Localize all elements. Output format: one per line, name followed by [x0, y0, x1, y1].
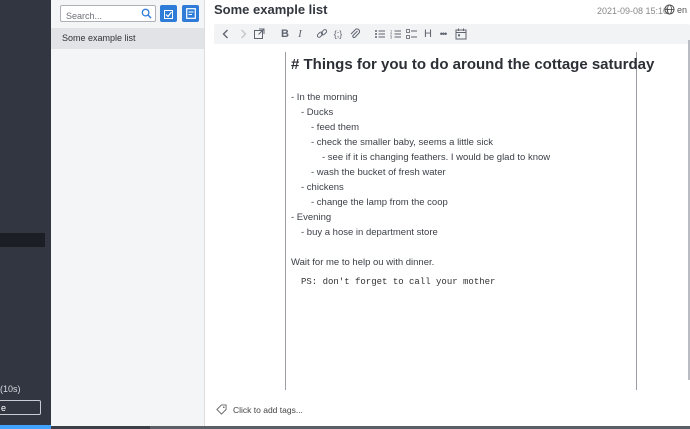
paragraph: Wait for me to help ou with dinner.: [291, 257, 435, 268]
list-item: - change the lamp from the coop: [311, 197, 448, 208]
sync-count: (10s): [0, 384, 21, 394]
heading-icon[interactable]: H: [421, 27, 435, 41]
external-edit-icon[interactable]: [252, 27, 266, 41]
note-body: - In the morning - Ducks - feed them - c…: [291, 90, 550, 287]
new-todo-button[interactable]: [160, 5, 177, 22]
svg-text:3: 3: [390, 35, 393, 40]
language-label: en: [677, 4, 688, 15]
insert-datetime-icon[interactable]: [454, 27, 468, 41]
sidebar-accent-line: [0, 425, 51, 429]
app-sidebar: (10s) e: [0, 0, 51, 429]
link-icon[interactable]: [315, 27, 329, 41]
editor-panel: Some example list 2021-09-08 15:10 en B …: [205, 0, 690, 429]
list-item: - check the smaller baby, seems a little…: [311, 137, 493, 148]
search-box[interactable]: [60, 5, 156, 24]
list-item: - Evening: [291, 212, 332, 223]
list-item: - buy a hose in department store: [301, 227, 438, 238]
note-list-panel: Some example list: [51, 0, 205, 429]
italic-icon[interactable]: I: [293, 27, 307, 41]
list-item: - In the morning: [291, 92, 358, 103]
code-block: PS: don't forget to call your mother: [301, 277, 496, 287]
list-item: - chickens: [301, 182, 344, 193]
note-title[interactable]: Some example list: [214, 2, 327, 17]
new-note-button[interactable]: [182, 5, 199, 22]
tag-icon: [216, 404, 227, 415]
forward-icon[interactable]: [236, 27, 250, 41]
markdown-editor[interactable]: # Things for you to do around the cottag…: [285, 52, 654, 390]
new-note-icon: [185, 8, 196, 19]
list-item: - feed them: [311, 122, 360, 133]
editor-toolbar: B I {;} 123 H •••: [214, 24, 690, 44]
list-item: - wash the bucket of fresh water: [311, 167, 446, 178]
todo-checkbox-icon: [164, 10, 173, 19]
globe-icon: [664, 4, 675, 15]
list-item: - Ducks: [301, 107, 334, 118]
attach-icon[interactable]: [348, 27, 362, 41]
note-heading: # Things for you to do around the cottag…: [291, 56, 655, 73]
numbered-list-icon[interactable]: 123: [389, 27, 403, 41]
add-tags-label[interactable]: Click to add tags...: [233, 405, 303, 415]
code-icon[interactable]: {;}: [331, 27, 345, 41]
checkbox-list-icon[interactable]: [405, 27, 419, 41]
back-icon[interactable]: [219, 27, 233, 41]
tag-bar[interactable]: Click to add tags...: [216, 404, 303, 415]
list-item: - see if it is changing feathers. I woul…: [322, 152, 551, 163]
bullet-list-icon[interactable]: [373, 27, 387, 41]
list-item[interactable]: Some example list: [51, 28, 204, 49]
note-date[interactable]: 2021-09-08 15:10: [597, 6, 668, 16]
bold-icon[interactable]: B: [278, 27, 292, 41]
more-icon[interactable]: •••: [436, 27, 450, 41]
sidebar-button[interactable]: e: [0, 400, 41, 415]
sidebar-selected-item[interactable]: [0, 233, 45, 247]
search-input[interactable]: [61, 8, 140, 24]
language-selector[interactable]: en: [664, 4, 687, 15]
search-icon[interactable]: [141, 8, 152, 19]
